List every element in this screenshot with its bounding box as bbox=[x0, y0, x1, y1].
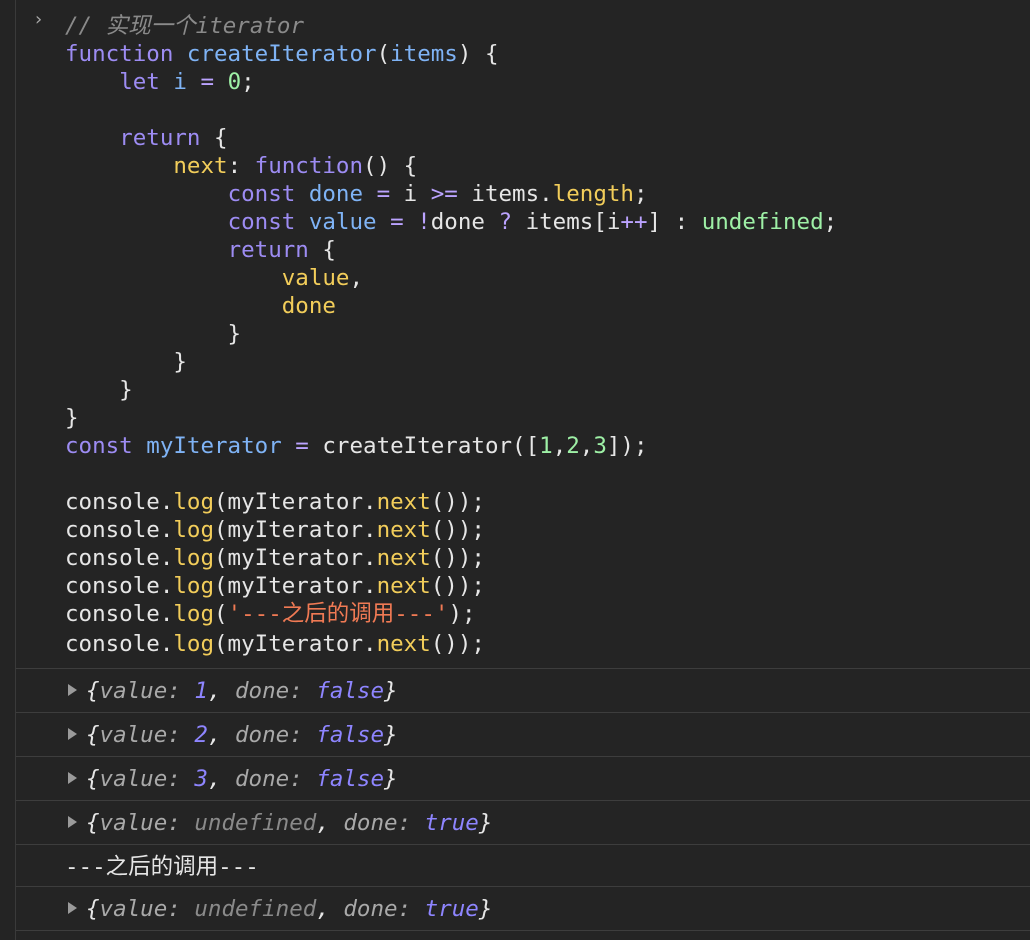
chevron-right-icon: › bbox=[33, 9, 44, 30]
code-line: return { bbox=[227, 237, 336, 263]
code-line: console.log(myIterator.next()); bbox=[65, 545, 485, 571]
code-line: console.log(myIterator.next()); bbox=[65, 573, 485, 599]
code-line: console.log(myIterator.next()); bbox=[65, 489, 485, 515]
triangle-right-icon[interactable] bbox=[68, 772, 77, 784]
code-line: next: function() { bbox=[173, 153, 418, 179]
code-line: } bbox=[65, 405, 79, 431]
console-output-row[interactable]: {value: 2, done: false} bbox=[16, 712, 1030, 756]
object-preview[interactable]: {value: undefined, done: true} bbox=[86, 895, 492, 923]
log-text: ---之后的调用--- bbox=[65, 854, 259, 880]
code-block: // 实现一个iterator function createIterator(i… bbox=[65, 12, 837, 658]
object-preview[interactable]: {value: 2, done: false} bbox=[86, 721, 398, 749]
code-line: const value = !done ? items[i++] : undef… bbox=[227, 209, 838, 235]
code-line: } bbox=[65, 377, 133, 403]
code-line: const myIterator = createIterator([1,2,3… bbox=[65, 433, 648, 459]
code-line: console.log(myIterator.next()); bbox=[65, 517, 485, 543]
code-line: function createIterator(items) { bbox=[65, 41, 499, 67]
code-line: let i = 0; bbox=[119, 69, 255, 95]
triangle-right-icon[interactable] bbox=[68, 902, 77, 914]
code-line: value, bbox=[281, 265, 364, 291]
code-line: } bbox=[65, 321, 242, 347]
code-line: console.log('---之后的调用---'); bbox=[65, 601, 476, 627]
code-line: } bbox=[65, 349, 187, 375]
triangle-right-icon[interactable] bbox=[68, 728, 77, 740]
code-line: done bbox=[281, 293, 336, 319]
console-output-row[interactable]: {value: undefined, done: true} bbox=[16, 800, 1030, 844]
console-output-row: ---之后的调用--- bbox=[16, 844, 1030, 886]
console-output-row[interactable]: {value: undefined, done: true} bbox=[16, 886, 1030, 930]
object-preview[interactable]: {value: 1, done: false} bbox=[86, 677, 398, 705]
triangle-right-icon[interactable] bbox=[68, 816, 77, 828]
console-output-row[interactable]: {value: 3, done: false} bbox=[16, 756, 1030, 800]
console-output-row-partial bbox=[16, 930, 1030, 940]
code-line: // 实现一个iterator bbox=[65, 13, 305, 39]
code-line: const done = i >= items.length; bbox=[227, 181, 648, 207]
code-line: return { bbox=[119, 125, 228, 151]
triangle-right-icon[interactable] bbox=[68, 684, 77, 696]
devtools-console: › // 实现一个iterator function createIterator… bbox=[0, 0, 1030, 940]
code-line: console.log(myIterator.next()); bbox=[65, 631, 485, 657]
object-preview[interactable]: {value: 3, done: false} bbox=[86, 765, 398, 793]
console-output-row[interactable]: {value: 1, done: false} bbox=[16, 668, 1030, 712]
console-input-entry[interactable]: › // 实现一个iterator function createIterator… bbox=[0, 0, 1030, 668]
object-preview[interactable]: {value: undefined, done: true} bbox=[86, 809, 492, 837]
